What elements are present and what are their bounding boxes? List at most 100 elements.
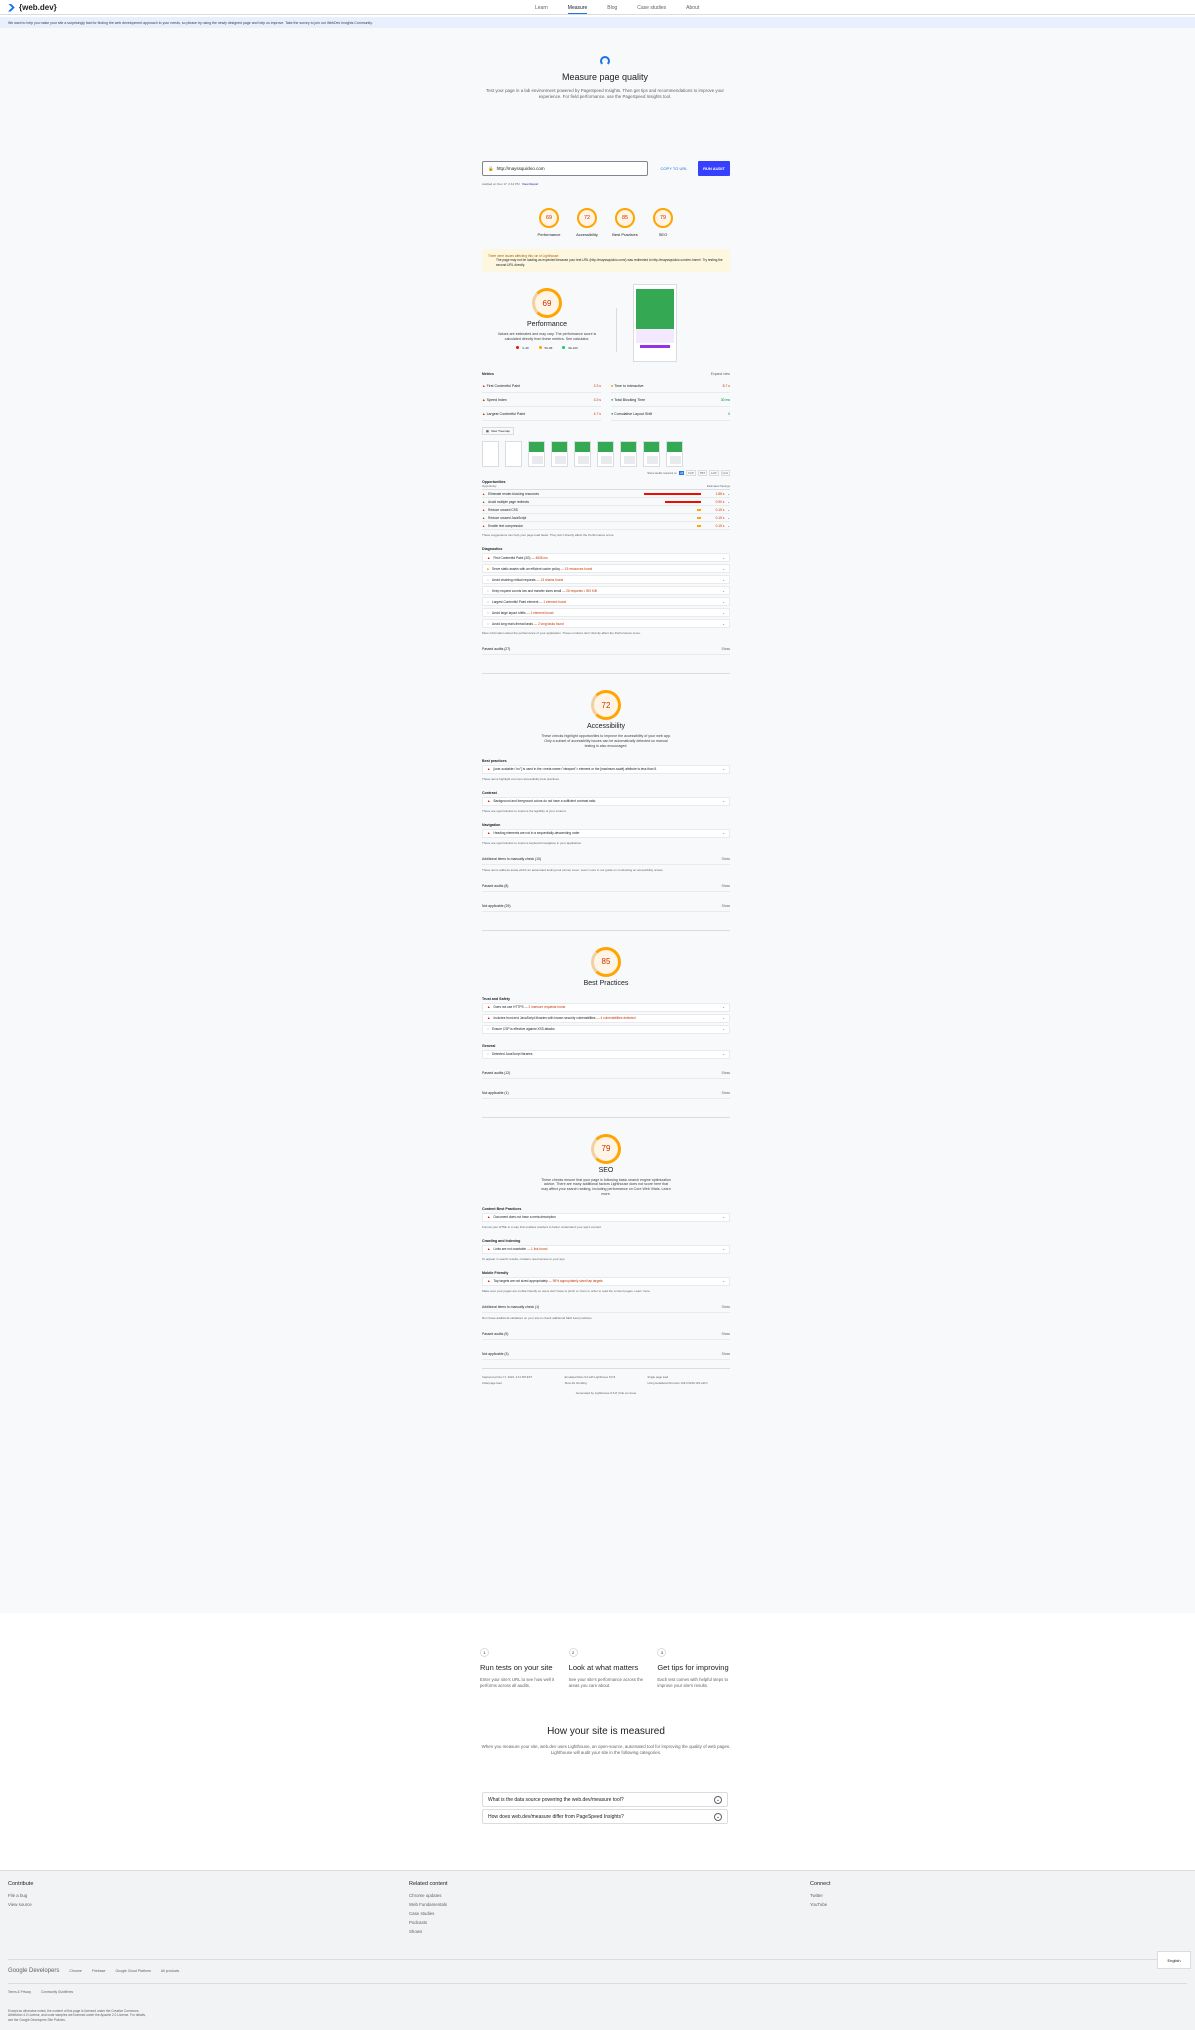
step-item: 3 Get tips for improving Each test comes w… [657, 1648, 732, 1689]
diagnostic-row[interactable]: ○ Largest Contentful Paint element — 1 el… [482, 597, 730, 607]
site-logo[interactable]: {web.dev} [8, 3, 57, 12]
audit-row[interactable]: ▲ Heading elements are not in a sequentia… [482, 828, 730, 838]
footer-product-link[interactable]: Firebase [92, 1969, 106, 1973]
diagnostic-row[interactable]: ○ Avoid chaining critical requests — 13 c… [482, 575, 730, 585]
diagnostic-row[interactable]: ○ Keep request counts low and transfer si… [482, 586, 730, 596]
filter-chip-fcp[interactable]: FCP [686, 470, 696, 477]
filter-chip-tbt[interactable]: TBT [697, 470, 708, 477]
audit-title: Includes front-end JavaScript libraries … [493, 1016, 596, 1021]
audit-row[interactable]: ▲ Includes front-end JavaScript libraries… [482, 1013, 730, 1023]
opportunity-name: Reduce unused JavaScript [488, 515, 527, 520]
web-dev-logo-icon [8, 3, 15, 12]
group-note: These items highlight common accessibili… [482, 776, 560, 781]
diagnostic-row[interactable]: ○ Avoid long main-thread tasks — 2 long t… [482, 619, 730, 629]
chevron-down-icon: ⌄ [714, 1795, 722, 1804]
metric-name: ▲ First Contentful Paint [482, 384, 520, 388]
a11y-passed-audits[interactable]: Passed audits (8) Show [482, 884, 730, 892]
audit-row[interactable]: ○ Ensure CSP is effective against XSS att… [482, 1024, 730, 1034]
footer-product-link[interactable]: All products [161, 1969, 179, 1973]
best-practices-score: 85 [591, 946, 621, 977]
diagnostic-detail: — 2 long tasks found [533, 621, 564, 626]
circle-icon: ○ [487, 610, 489, 615]
metrics-grid: ▲ First Contentful Paint 2.3 s ■ Time to … [482, 379, 730, 422]
gauge-seo[interactable]: 79 SEO [646, 208, 680, 237]
nav-learn[interactable]: Learn [535, 5, 548, 14]
a11y-not-applicable[interactable]: Not applicable (25) Show [482, 904, 730, 912]
diagnostic-row[interactable]: ▲ First Contentful Paint (3G) — 4838 ms ⌄ [482, 553, 730, 563]
chevron-down-icon: ⌄ [722, 1247, 725, 1252]
gauge-best-practices[interactable]: 85 Best Practices [608, 208, 642, 237]
audit-row[interactable]: ▲ [user-scalable="no"] is used in the <me… [482, 764, 730, 774]
gauge-performance[interactable]: 69 Performance [532, 208, 566, 237]
show-toggle: Show [721, 1070, 730, 1075]
footer-legal-link[interactable]: Terms & Privacy [8, 1990, 31, 1994]
footer-link[interactable]: Web Fundamentals [409, 1902, 448, 1907]
audit-row[interactable]: ▲ Links are not crawlable — 1 link found ⌄ [482, 1244, 730, 1254]
view-treemap-button[interactable]: ▦ View Treemap [482, 427, 514, 436]
bp-passed-audits[interactable]: Passed audits (12) Show [482, 1071, 730, 1079]
metric-value: 2.3 s [593, 383, 601, 388]
faq-item[interactable]: How does web.dev/measure differ from Pag… [482, 1809, 728, 1824]
footer-link[interactable]: YouTube [810, 1902, 831, 1907]
passed-label: Passed audits (8) [482, 883, 509, 888]
triangle-icon: ▲ [482, 515, 486, 520]
footer-link[interactable]: Shows [409, 1929, 448, 1934]
filmstrip-frame [482, 441, 499, 468]
opportunity-row[interactable]: ▲ Reduce unused CSS 0.15 s ⌄ [482, 506, 730, 515]
accessibility-title: Accessibility [586, 723, 626, 731]
view-report-link[interactable]: View Report [522, 182, 538, 186]
a11y-manual-checks[interactable]: Additional items to manually check (10) S… [482, 857, 730, 865]
audit-title: Links are not crawlable [493, 1247, 527, 1252]
seo-passed-audits[interactable]: Passed audits (9) Show [482, 1332, 730, 1340]
diagnostic-row[interactable]: ■ Serve static assets with an efficient c… [482, 564, 730, 574]
google-developers-logo[interactable]: Google Developers [8, 1968, 59, 1974]
opportunity-row[interactable]: ▲ Reduce unused JavaScript 0.15 s ⌄ [482, 514, 730, 523]
bp-not-applicable[interactable]: Not applicable (1) Show [482, 1091, 730, 1099]
footer-link[interactable]: File a bug [8, 1893, 33, 1898]
footer-product-link[interactable]: Google Cloud Platform [115, 1969, 150, 1973]
copy-url-button[interactable]: COPY TO URL [656, 161, 692, 176]
footer-link[interactable]: View source [8, 1902, 33, 1907]
chevron-down-icon: ⌄ [722, 1279, 725, 1284]
show-toggle: Show [721, 1304, 730, 1309]
audit-row[interactable]: ▲ Document does not have a meta descripti… [482, 1212, 730, 1222]
audit-row[interactable]: ○ Detected JavaScript libraries ⌄ [482, 1049, 730, 1059]
nav-case-studies[interactable]: Case studies [637, 5, 666, 14]
nav-blog[interactable]: Blog [607, 5, 617, 14]
run-audit-button[interactable]: RUN AUDIT [698, 161, 730, 176]
url-input[interactable]: 🔒 http://mayssquickio.com [482, 161, 648, 176]
language-select[interactable]: English [1157, 1951, 1191, 1969]
chevron-down-icon: ⌄ [722, 621, 725, 626]
audit-row[interactable]: ▲ Does not use HTTPS — 2 insecure request… [482, 1002, 730, 1012]
audit-row[interactable]: ▲ Tap targets are not sized appropriately… [482, 1276, 730, 1286]
filter-chip-lcp[interactable]: LCP [709, 470, 719, 477]
footer-link[interactable]: Case studies [409, 1911, 448, 1916]
footer-link[interactable]: Chrome updates [409, 1893, 448, 1898]
faq-item[interactable]: What is the data source powering the web… [482, 1792, 728, 1807]
nav-about[interactable]: About [686, 5, 699, 14]
step-number: 2 [568, 1648, 578, 1657]
chevron-down-icon: ⌄ [727, 507, 730, 512]
circle-icon: ○ [487, 1027, 489, 1032]
diagnostic-row[interactable]: ○ Avoid large layout shifts — 1 element f… [482, 608, 730, 618]
triangle-icon: ▲ [482, 499, 486, 504]
expand-view-toggle[interactable]: Expand view [711, 372, 730, 376]
footer-product-link[interactable]: Chrome [69, 1969, 81, 1973]
legend-average-label: 50–89 [544, 345, 553, 350]
filter-chip-cls[interactable]: CLS [720, 470, 730, 477]
opportunity-row[interactable]: ▲ Enable text compression 0.15 s ⌄ [482, 522, 730, 531]
footer-link[interactable]: Twitter [810, 1893, 831, 1898]
opportunity-column: Opportunity [482, 484, 497, 489]
nav-measure[interactable]: Measure [567, 5, 588, 14]
metric-value: 4.7 s [593, 411, 601, 416]
performance-passed-audits[interactable]: Passed audits (27) Show [482, 647, 730, 656]
seo-not-applicable[interactable]: Not applicable (3) Show [482, 1352, 730, 1360]
filter-chip-all[interactable]: All [679, 471, 685, 476]
audit-row[interactable]: ▲ Background and foreground colors do not… [482, 796, 730, 806]
footer-legal-link[interactable]: Community Guidelines [41, 1990, 73, 1994]
opportunity-row[interactable]: ▲ Avoid multiple page redirects 0.90 s ⌄ [482, 498, 730, 507]
gauge-accessibility[interactable]: 72 Accessibility [570, 208, 604, 237]
seo-manual-checks[interactable]: Additional items to manually check (1) Sh… [482, 1305, 730, 1313]
footer-link[interactable]: Podcasts [409, 1920, 448, 1925]
opportunity-row[interactable]: ▲ Eliminate render-blocking resources 1.88… [482, 490, 730, 499]
